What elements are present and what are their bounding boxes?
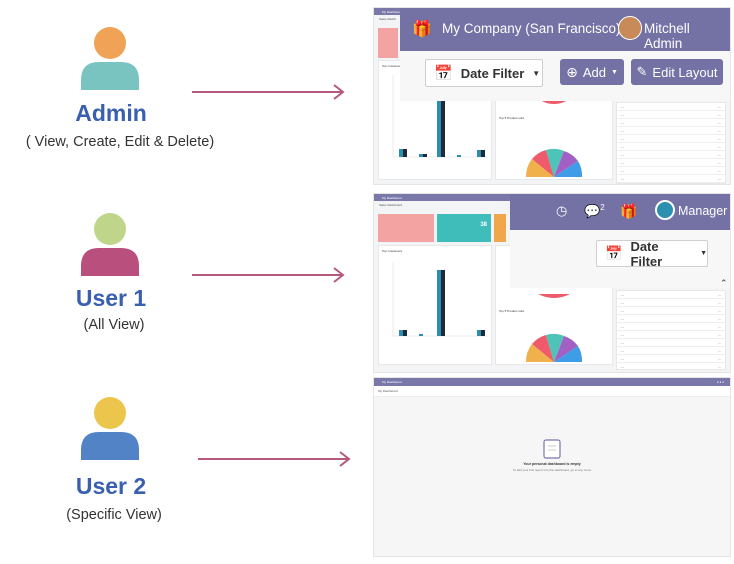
admin-avatar-icon (81, 27, 139, 90)
user1-dashboard-screenshot: My Dashboard Sales Dashboard 38 Top Cust… (373, 193, 731, 373)
plus-circle-icon: ⊕ (566, 63, 578, 80)
role-name-user1: User 1 (75, 285, 147, 311)
user1-bar (477, 330, 481, 336)
admin-bar (423, 154, 427, 157)
admin-bar (437, 101, 441, 157)
chevron-up-icon[interactable]: ⌃ (720, 278, 728, 289)
user1-bar (441, 270, 445, 336)
user1-customers-card: Top Customers (378, 245, 492, 365)
user1-kpi-teal: 38 (437, 214, 491, 242)
user2-avatar-icon (81, 397, 139, 460)
caret-down-icon: ▼ (532, 68, 541, 78)
user1-navbar: ◷ 💬2 🎁 Manager (510, 194, 730, 230)
gift-icon[interactable]: 🎁 (412, 19, 432, 39)
admin-bar (481, 150, 485, 157)
caret-down-icon: ▼ (610, 68, 618, 76)
user1-bar (403, 330, 407, 336)
avatar[interactable] (655, 200, 675, 220)
user1-customers-chart (392, 262, 487, 337)
edit-layout-label: Edit Layout (652, 64, 718, 80)
user2-topbar-icons[interactable]: ● ● ● (717, 380, 724, 384)
arrow-user1 (192, 267, 345, 283)
admin-bar (403, 149, 407, 157)
calendar-icon: 📅 (434, 65, 453, 82)
add-label: Add (582, 64, 606, 80)
clock-icon[interactable]: ◷ (556, 203, 567, 219)
user1-kpi-pink (378, 214, 434, 242)
gift-icon[interactable]: 🎁 (620, 203, 637, 220)
admin-bg-title: My Dashboard (382, 10, 402, 14)
company-switcher[interactable]: My Company (San Francisco) (442, 21, 621, 36)
user2-title: My Dashboard (382, 380, 402, 384)
chat-count-badge: 2 (600, 203, 605, 212)
user1-control-panel: 📅 Date Filter ▼ ⌃ (510, 230, 730, 288)
date-filter-button[interactable]: 📅 Date Filter ▼ (596, 238, 708, 269)
pencil-icon: ✎ (636, 64, 648, 79)
date-filter-label: Date Filter (630, 238, 663, 269)
admin-bg-subtitle: Sales Dashb (379, 17, 397, 21)
role-desc-user2: (Specific View) (66, 507, 162, 523)
admin-bar (477, 150, 481, 157)
user1-bar (437, 270, 441, 336)
chat-icon[interactable]: 💬2 (584, 203, 605, 219)
admin-control-panel: 📅 Date Filter ▼ ⊕ Add ▼ ✎ Edit Layout (400, 51, 730, 101)
empty-title: Your personal dashboard is empty (523, 462, 581, 466)
user1-avatar-icon (81, 213, 139, 276)
user1-kpi-orange (494, 214, 506, 242)
breadcrumb: My Dashboard (378, 389, 398, 393)
arrow-user2 (198, 451, 351, 467)
user1-bar (419, 334, 423, 336)
role-name-user2: User 2 (75, 473, 147, 499)
arrow-admin (192, 84, 345, 100)
role-desc-admin: ( View, Create, Edit & Delete) (25, 134, 215, 150)
admin-products-card: Top 5 Product sold (495, 98, 613, 180)
admin-bar (457, 155, 461, 157)
role-desc-user1: (All View) (83, 317, 145, 333)
admin-dashboard-screenshot: My Dashboard Sales Dashb Top Customers T… (373, 7, 731, 185)
role-name-admin: Admin (75, 100, 147, 126)
admin-navbar: 🎁 My Company (San Francisco) Mitchell Ad… (400, 8, 730, 51)
caret-down-icon: ▼ (700, 250, 707, 257)
user1-bar (481, 330, 485, 336)
date-filter-button[interactable]: 📅 Date Filter ▼ (425, 59, 543, 87)
user1-bg-title: My Dashboard (382, 196, 402, 200)
user-menu[interactable]: Manager (678, 204, 727, 218)
admin-table-card: — — — — — — — — — — — — — — — — — — — — (616, 102, 726, 184)
user1-kpi-value: 38 (480, 222, 487, 228)
admin-bar (419, 154, 423, 157)
admin-products-pie (525, 99, 583, 177)
empty-dashboard-icon (543, 439, 561, 459)
user2-topbar (374, 378, 730, 386)
admin-kpi-tile (378, 28, 398, 58)
user1-table-card: — — — — — — — — — — — — — — — — — — — — (616, 290, 726, 370)
edit-layout-button[interactable]: ✎ Edit Layout (631, 59, 723, 85)
avatar[interactable] (618, 16, 642, 40)
user2-dashboard-screenshot: My Dashboard ● ● ● My Dashboard Your per… (373, 377, 731, 557)
user-menu[interactable]: Mitchell Admin (644, 21, 730, 51)
admin-bar (441, 101, 445, 157)
user1-bg-subtitle: Sales Dashboard (379, 203, 403, 207)
calendar-icon: 📅 (605, 245, 623, 261)
add-button[interactable]: ⊕ Add ▼ (560, 59, 624, 85)
date-filter-label: Date Filter (460, 65, 525, 81)
user1-bar (399, 330, 403, 336)
user2-breadcrumb-bar: My Dashboard (374, 386, 730, 397)
admin-bar (399, 149, 403, 157)
empty-hint: To add your first report into this dashb… (512, 468, 592, 472)
